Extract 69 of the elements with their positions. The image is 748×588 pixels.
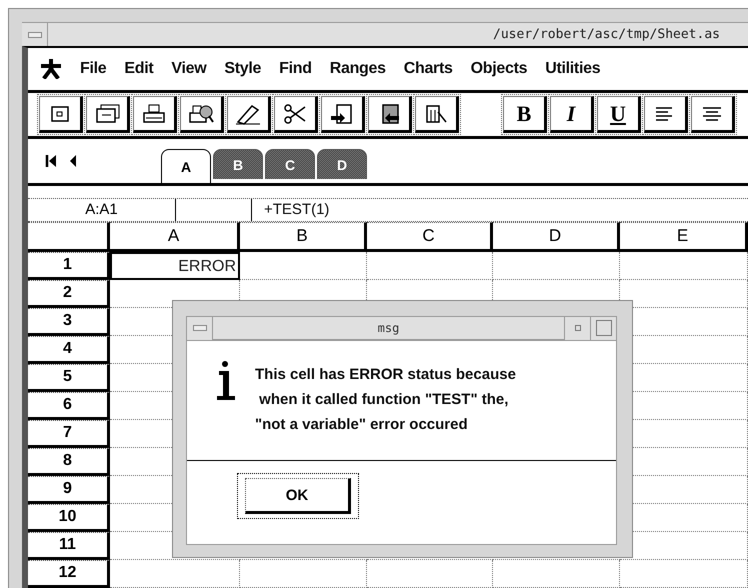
message-text: This cell has ERROR status because when it called function "TEST" the, "not a variable" error occured xyxy=(255,365,516,435)
minimize-icon xyxy=(574,325,580,331)
table-cell[interactable] xyxy=(493,252,620,280)
table-cell[interactable] xyxy=(367,252,493,280)
column-header[interactable]: A xyxy=(110,222,240,252)
format-button[interactable]: I xyxy=(550,96,594,133)
table-cell[interactable] xyxy=(620,252,748,280)
row-header[interactable]: 4 xyxy=(28,336,110,364)
previous-sheet-icon xyxy=(68,154,78,168)
sheet-tab[interactable]: D xyxy=(317,149,367,179)
row-header[interactable]: 11 xyxy=(28,532,110,560)
row-header[interactable]: 5 xyxy=(28,364,110,392)
table-cell[interactable] xyxy=(493,560,620,588)
table-cell[interactable] xyxy=(620,560,748,588)
table-cell[interactable] xyxy=(367,560,493,588)
menu-item[interactable]: Charts xyxy=(404,60,453,78)
toolbar-button[interactable] xyxy=(39,96,83,133)
row-header[interactable]: 8 xyxy=(28,448,110,476)
cell-reference: A:A1 xyxy=(28,199,176,221)
toolbar-button[interactable] xyxy=(321,96,365,133)
maximize-icon xyxy=(596,320,612,336)
first-sheet-icon xyxy=(45,154,59,168)
menu-item[interactable]: File xyxy=(80,60,106,78)
row-header[interactable]: 10 xyxy=(28,504,110,532)
maximize-button[interactable] xyxy=(590,316,616,340)
toolbar-button[interactable] xyxy=(415,96,459,133)
format-button[interactable]: U xyxy=(597,96,641,133)
window-title: /user/robert/asc/tmp/Sheet.as xyxy=(492,27,721,42)
format-button[interactable]: B xyxy=(503,96,547,133)
column-header[interactable]: B xyxy=(240,222,367,252)
toolbar-button[interactable] xyxy=(180,96,224,133)
window-menu-button[interactable] xyxy=(187,316,213,340)
menu-item[interactable]: Utilities xyxy=(545,60,600,78)
sheet-tab[interactable]: C xyxy=(265,149,315,179)
row-header[interactable]: 1 xyxy=(28,252,110,280)
menu-item[interactable]: Style xyxy=(224,60,262,78)
column-header[interactable]: D xyxy=(493,222,620,252)
row-header[interactable]: 9 xyxy=(28,476,110,504)
formula-field[interactable]: +TEST(1) xyxy=(252,199,330,221)
menu-item[interactable]: Objects xyxy=(470,60,528,78)
column-header[interactable]: E xyxy=(620,222,748,252)
asterisk-icon xyxy=(40,59,62,79)
toolbar-button[interactable] xyxy=(274,96,318,133)
row-header[interactable]: 7 xyxy=(28,420,110,448)
minimize-button[interactable] xyxy=(564,316,590,340)
menu-item[interactable]: Ranges xyxy=(330,60,386,78)
row-header[interactable]: 6 xyxy=(28,392,110,420)
toolbar-button[interactable] xyxy=(133,96,177,133)
table-cell[interactable] xyxy=(240,560,367,588)
table-cell[interactable] xyxy=(240,252,367,280)
menu-item[interactable]: View xyxy=(171,60,206,78)
corner-cell[interactable] xyxy=(28,222,110,252)
dialog-title: msg xyxy=(376,321,400,335)
row-header[interactable]: 3 xyxy=(28,308,110,336)
toolbar-button[interactable] xyxy=(691,96,735,133)
toolbar-button[interactable] xyxy=(86,96,130,133)
column-header[interactable]: C xyxy=(367,222,493,252)
menu-item[interactable]: Edit xyxy=(124,60,154,78)
row-header[interactable]: 2 xyxy=(28,280,110,308)
table-cell[interactable]: ERROR xyxy=(110,252,240,280)
ok-button[interactable]: OK xyxy=(245,478,351,514)
row-header[interactable]: 12 xyxy=(28,560,110,588)
toolbar-button[interactable] xyxy=(227,96,271,133)
sheet-tab[interactable]: A xyxy=(161,149,211,183)
sheet-tab[interactable]: B xyxy=(213,149,263,179)
toolbar-button[interactable] xyxy=(368,96,412,133)
menu-item[interactable]: Find xyxy=(279,60,312,78)
table-cell[interactable] xyxy=(110,560,240,588)
toolbar-button[interactable] xyxy=(644,96,688,133)
